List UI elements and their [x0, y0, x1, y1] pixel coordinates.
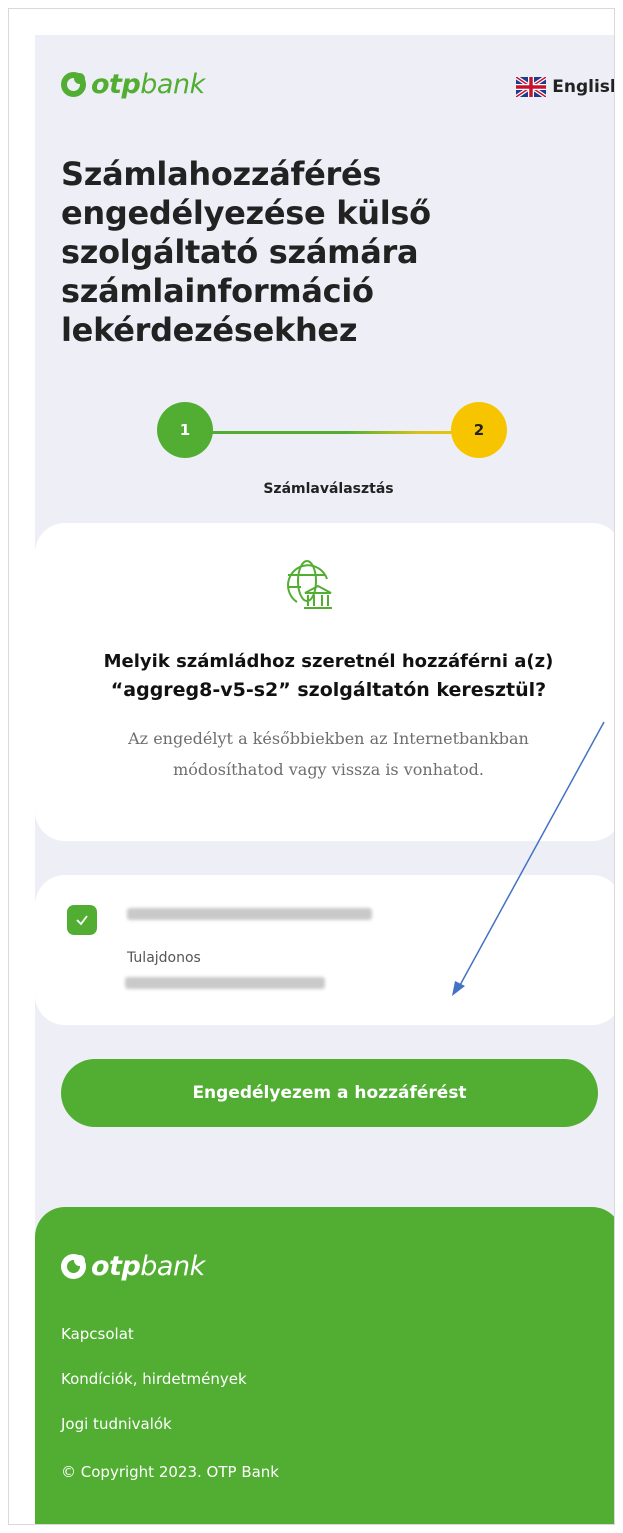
owner-label: Tulajdonos — [127, 950, 201, 966]
step-1: 1 — [157, 402, 213, 458]
otp-logo[interactable]: otpbank — [61, 69, 205, 100]
step-label: Számlaválasztás — [263, 481, 394, 497]
question-line-1: Melyik számládhoz szeretnél hozzáférni a… — [103, 651, 554, 672]
otp-logo-icon — [61, 1254, 86, 1279]
info-card: Melyik számládhoz szeretnél hozzáférni a… — [35, 523, 614, 841]
account-name-redacted — [127, 908, 372, 920]
logo-text: otpbank — [91, 69, 205, 100]
globe-bank-icon — [287, 560, 332, 609]
copyright-text: © Copyright 2023. OTP Bank — [61, 1463, 279, 1481]
footer-link-conditions[interactable]: Kondíciók, hirdetmények — [61, 1370, 247, 1388]
page: otpbank English Számlahozzáférés engedél… — [35, 35, 614, 1524]
uk-flag-icon — [516, 77, 547, 97]
footer: otpbank Kapcsolat Kondíciók, hirdetménye… — [35, 1207, 614, 1524]
owner-name-redacted — [125, 977, 325, 989]
question-text: Melyik számládhoz szeretnél hozzáférni a… — [55, 647, 602, 705]
footer-link-legal[interactable]: Jogi tudnivalók — [61, 1415, 172, 1433]
otp-logo-icon — [61, 72, 86, 97]
checkmark-icon — [76, 915, 88, 926]
language-switch[interactable]: English — [516, 77, 614, 97]
step-2: 2 — [451, 402, 507, 458]
page-title: Számlahozzáférés engedélyezése külső szo… — [61, 155, 431, 349]
progress-stepper: 1 2 — [157, 402, 507, 462]
screenshot-frame: otpbank English Számlahozzáférés engedél… — [8, 8, 615, 1525]
footer-link-contact[interactable]: Kapcsolat — [61, 1325, 134, 1343]
question-line-2: “aggreg8-v5-s2” szolgáltatón keresztül? — [110, 679, 547, 701]
authorize-access-button[interactable]: Engedélyezem a hozzáférést — [61, 1059, 598, 1127]
account-checkbox[interactable] — [67, 905, 97, 935]
language-label: English — [552, 77, 614, 97]
account-item[interactable]: Tulajdonos — [35, 875, 614, 1025]
footer-otp-logo[interactable]: otpbank — [61, 1251, 205, 1282]
step-connector — [187, 431, 477, 434]
info-note: Az engedélyt a későbbiekben az Internetb… — [128, 729, 529, 779]
footer-logo-text: otpbank — [91, 1251, 205, 1282]
